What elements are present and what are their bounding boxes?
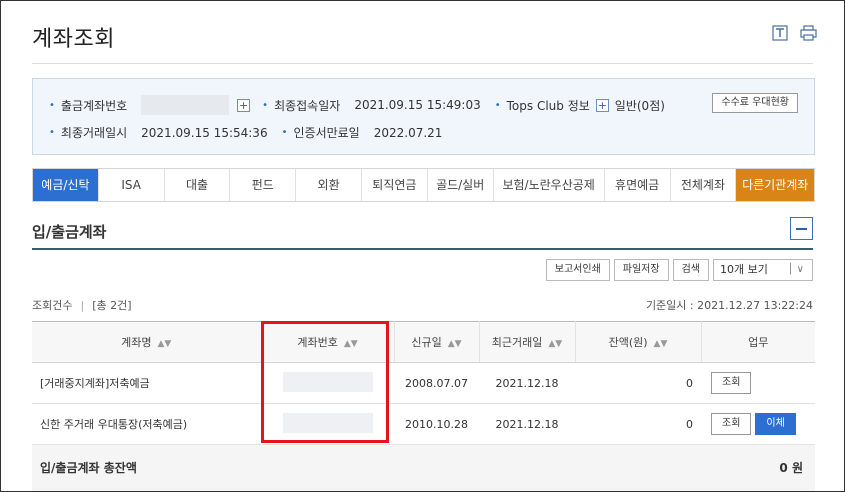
save-file-button[interactable]: 파일저장 xyxy=(613,259,669,281)
recent-date: 2021.12.18 xyxy=(479,362,575,404)
tops-club-value: 일반(0점) xyxy=(614,98,665,113)
sort-icon: ▲▼ xyxy=(548,339,563,349)
bullet-icon: • xyxy=(49,127,55,138)
bullet-icon: • xyxy=(262,99,269,111)
sort-icon: ▲▼ xyxy=(157,339,172,349)
last-transaction-value: 2021.09.15 15:54:36 xyxy=(141,125,268,140)
top-icons xyxy=(772,25,817,41)
balance: 0 xyxy=(575,362,701,404)
col-header-opened-date[interactable]: 신규일 ▲▼ xyxy=(394,321,480,363)
fee-benefit-button[interactable]: 수수료 우대현황 xyxy=(712,93,798,113)
section-divider xyxy=(32,248,813,250)
total-label: 입/출금계좌 총잔액 xyxy=(32,444,575,491)
recent-date: 2021.12.18 xyxy=(479,403,575,445)
tab-dormant[interactable]: 휴면예금 xyxy=(604,169,671,201)
search-button[interactable]: 검색 xyxy=(672,259,709,281)
bullet-icon: • xyxy=(281,127,288,138)
bullet-icon: • xyxy=(49,99,55,111)
count-value: [총 2건] xyxy=(92,299,132,312)
info-row-1: • 출금계좌번호 + • 최종접속일자 2021.09.15 15:49:03 … xyxy=(49,95,679,115)
cert-expiry-label: 인증서만료일 xyxy=(293,126,360,140)
last-access-label: 최종접속일자 xyxy=(274,98,341,113)
section-title: 입/출금계좌 xyxy=(32,223,107,241)
col-header-actions: 업무 xyxy=(701,321,815,363)
account-name: [거래중지계좌]저축예금 xyxy=(32,362,261,404)
tab-other-institutions[interactable]: 다른기관계좌 xyxy=(736,169,815,201)
view-button[interactable]: 조회 xyxy=(711,413,752,435)
page-size-select[interactable]: 10개 보기 │ ∨ xyxy=(713,259,813,281)
chevron-down-icon: │ ∨ xyxy=(787,264,804,275)
col-header-balance[interactable]: 잔액(원) ▲▼ xyxy=(575,321,702,363)
tab-all-accounts[interactable]: 전체계좌 xyxy=(670,169,737,201)
text-size-icon[interactable] xyxy=(772,25,788,41)
tab-deposit-trust[interactable]: 예금/신탁 xyxy=(33,169,99,201)
table-header-row: 계좌명 ▲▼ 계좌번호 ▲▼ 신규일 ▲▼ 최근거래일 ▲▼ 잔액(원) ▲▼ 업무 xyxy=(32,321,815,363)
account-label: 출금계좌번호 xyxy=(60,98,128,113)
bullet-icon: • xyxy=(494,99,501,111)
table-row: [거래중지계좌]저축예금 2008.07.07 2021.12.18 0 조회 xyxy=(32,362,815,404)
tab-loan[interactable]: 대출 xyxy=(164,169,231,201)
total-balance: 0 원 xyxy=(575,444,815,491)
tab-gold-silver[interactable]: 골드/실버 xyxy=(427,169,494,201)
tab-insurance[interactable]: 보험/노란우산공제 xyxy=(493,169,605,201)
table-row: 신한 주거래 우대통장(저축예금) 2010.10.28 2021.12.18 … xyxy=(32,403,815,445)
page-title: 계좌조회 xyxy=(32,27,115,52)
account-type-tabs: 예금/신탁 ISA 대출 펀드 외환 퇴직연금 골드/실버 보험/노란우산공제 … xyxy=(32,168,815,202)
tab-pension[interactable]: 퇴직연금 xyxy=(361,169,428,201)
title-divider xyxy=(32,63,813,64)
account-table: 계좌명 ▲▼ 계좌번호 ▲▼ 신규일 ▲▼ 최근거래일 ▲▼ 잔액(원) ▲▼ 업무 [거… xyxy=(32,321,815,491)
print-report-button[interactable]: 보고서인쇄 xyxy=(545,259,610,281)
table-toolbar: 보고서인쇄 파일저장 검색 10개 보기 │ ∨ xyxy=(545,259,813,281)
row-actions: 조회 이체 xyxy=(701,403,815,445)
tab-fund[interactable]: 펀드 xyxy=(230,169,297,201)
col-header-account-number[interactable]: 계좌번호 ▲▼ xyxy=(261,321,395,363)
total-row: 입/출금계좌 총잔액 0 원 xyxy=(32,444,815,491)
info-row-2: • 최종거래일시 2021.09.15 15:54:36 • 인증서만료일 20… xyxy=(49,124,456,141)
opened-date: 2010.10.28 xyxy=(394,403,479,445)
masked-account-number xyxy=(261,403,394,445)
sort-icon: ▲▼ xyxy=(343,339,358,349)
tops-club-label: Tops Club 정보 xyxy=(506,98,590,113)
opened-date: 2008.07.07 xyxy=(394,362,479,404)
tab-isa[interactable]: ISA xyxy=(98,169,165,201)
masked-account-number xyxy=(261,362,394,404)
row-actions: 조회 xyxy=(701,362,815,404)
tab-foreign-exchange[interactable]: 외환 xyxy=(296,169,362,201)
masked-account-number xyxy=(141,95,230,115)
last-transaction-label: 최종거래일시 xyxy=(60,126,128,140)
collapse-button[interactable] xyxy=(790,217,813,240)
account-expand-button[interactable]: + xyxy=(237,98,251,112)
account-name: 신한 주거래 우대통장(저축예금) xyxy=(32,403,261,445)
account-info-box: • 출금계좌번호 + • 최종접속일자 2021.09.15 15:49:03 … xyxy=(32,78,815,155)
base-time: 기준일시 : 2021.12.27 13:22:24 xyxy=(645,299,813,312)
sort-icon: ▲▼ xyxy=(653,339,668,349)
col-header-account-name[interactable]: 계좌명 ▲▼ xyxy=(32,321,262,363)
sort-icon: ▲▼ xyxy=(447,339,462,349)
tops-club-expand-button[interactable]: + xyxy=(595,98,609,112)
col-header-recent-date[interactable]: 최근거래일 ▲▼ xyxy=(479,321,576,363)
page-frame: 계좌조회 • 출금계좌번호 + • 최종접속일자 2021.09.15 15:4… xyxy=(0,0,845,492)
result-count: 조회건수 | [총 2건] xyxy=(32,299,132,312)
page-size-value: 10개 보기 xyxy=(720,263,768,276)
last-access-value: 2021.09.15 15:49:03 xyxy=(354,98,481,112)
count-label: 조회건수 xyxy=(32,299,73,312)
view-button[interactable]: 조회 xyxy=(711,372,752,394)
cert-expiry-value: 2022.07.21 xyxy=(373,125,443,140)
transfer-button[interactable]: 이체 xyxy=(755,413,796,435)
balance: 0 xyxy=(575,403,701,445)
print-icon[interactable] xyxy=(800,25,817,41)
